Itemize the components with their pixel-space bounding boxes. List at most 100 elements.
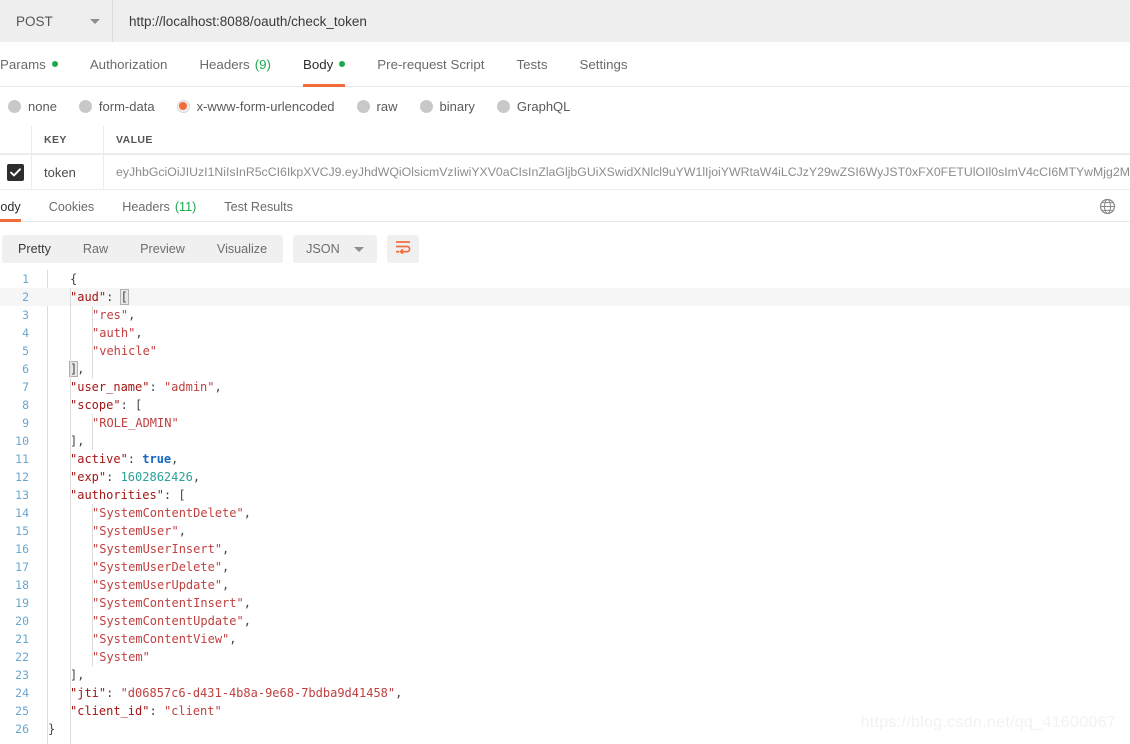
param-value-input[interactable]: eyJhbGciOiJIUzI1NiIsInR5cCI6IkpXVCJ9.eyJ… <box>104 155 1130 189</box>
request-tab-label: Body <box>302 56 334 72</box>
code-line: 19 "SystemContentInsert", <box>0 594 1130 612</box>
body-type-none[interactable]: none <box>8 99 57 114</box>
response-tab-body[interactable]: Body <box>0 192 35 222</box>
line-number: 9 <box>22 416 29 430</box>
line-number: 10 <box>15 434 29 448</box>
line-number: 6 <box>22 362 29 376</box>
code-line: 24 "jti": "d06857c6-d431-4b8a-9e68-7bdba9… <box>0 684 1130 702</box>
view-mode-raw[interactable]: Raw <box>67 235 124 263</box>
code-line-text: "System" <box>92 650 150 664</box>
code-line-text: "authorities": [ <box>70 488 186 502</box>
request-tab-settings[interactable]: Settings <box>563 42 643 87</box>
body-type-raw[interactable]: raw <box>356 99 398 114</box>
row-checkbox-cell <box>0 155 32 189</box>
request-tab-pre-request-script[interactable]: Pre-request Script <box>361 42 500 87</box>
view-mode-visualize[interactable]: Visualize <box>201 235 283 263</box>
code-line: 20 "SystemContentUpdate", <box>0 612 1130 630</box>
code-line-text: { <box>70 272 78 286</box>
line-number: 14 <box>15 506 29 520</box>
code-line: 17 "SystemUserDelete", <box>0 558 1130 576</box>
code-line-text: "client_id": "client" <box>70 704 222 718</box>
radio-icon[interactable] <box>419 99 433 113</box>
param-key-input[interactable]: token <box>32 155 104 189</box>
line-number: 13 <box>15 488 29 502</box>
code-line: 14 "SystemContentDelete", <box>0 504 1130 522</box>
modified-dot-icon <box>339 61 346 67</box>
response-tab-cookies[interactable]: Cookies <box>35 192 109 222</box>
request-tab-authorization[interactable]: Authorization <box>74 42 184 87</box>
line-number: 15 <box>15 524 29 538</box>
radio-icon[interactable] <box>78 99 92 113</box>
radio-icon[interactable] <box>496 99 510 113</box>
request-tab-label: Pre-request Script <box>377 56 485 72</box>
code-line-text: "SystemContentUpdate", <box>92 614 251 628</box>
line-number: 4 <box>22 326 29 340</box>
code-line-text: "user_name": "admin", <box>70 380 222 394</box>
request-tab-tests[interactable]: Tests <box>500 42 563 87</box>
line-number: 19 <box>15 596 29 610</box>
request-tab-params[interactable]: Params <box>0 42 74 87</box>
code-line: 3 "res", <box>0 306 1130 324</box>
code-line: 22 "System" <box>0 648 1130 666</box>
table-row: token eyJhbGciOiJIUzI1NiIsInR5cCI6IkpXVCJ… <box>0 154 1130 190</box>
header-value: VALUE <box>116 133 153 146</box>
line-number: 11 <box>15 452 29 466</box>
code-line: 8 "scope": [ <box>0 396 1130 414</box>
request-tab-body[interactable]: Body <box>287 42 361 87</box>
code-line-text: "SystemUser", <box>92 524 186 538</box>
line-number: 7 <box>22 380 29 394</box>
line-number: 8 <box>22 398 29 412</box>
form-params-table: KEY VALUE token eyJhbGciOiJIUzI1NiIsInR5c… <box>0 126 1130 190</box>
line-number: 1 <box>22 272 29 286</box>
body-type-binary[interactable]: binary <box>419 99 475 114</box>
code-line: 15 "SystemUser", <box>0 522 1130 540</box>
line-number: 20 <box>15 614 29 628</box>
body-type-form-data[interactable]: form-data <box>78 99 155 114</box>
line-number: 26 <box>15 722 29 736</box>
request-tab-headers[interactable]: Headers (9) <box>183 42 287 87</box>
view-mode-preview[interactable]: Preview <box>124 235 201 263</box>
view-mode-pretty[interactable]: Pretty <box>2 235 67 263</box>
body-type-graphql[interactable]: GraphQL <box>496 98 571 114</box>
indent-guide-aud <box>92 306 93 378</box>
postman-window: POST Params AuthorizationHeaders(9) Body Pr… <box>0 0 1130 744</box>
code-line: 23], <box>0 666 1130 684</box>
code-line: 12 "exp": 1602862426, <box>0 468 1130 486</box>
code-line: 9 "ROLE_ADMIN" <box>0 414 1130 432</box>
code-line: 6], <box>0 360 1130 378</box>
line-number: 25 <box>15 704 29 718</box>
wrap-lines-button[interactable] <box>386 235 419 263</box>
code-line: 13 "authorities": [ <box>0 486 1130 504</box>
code-line: 25 "client_id": "client" <box>0 702 1130 720</box>
body-type-label: x-www-form-urlencoded <box>196 98 335 114</box>
request-tab-label: Params <box>0 56 46 72</box>
language-select-label: JSON <box>306 242 340 256</box>
radio-icon[interactable] <box>176 99 190 113</box>
body-type-x-www-form-urlencoded[interactable]: x-www-form-urlencoded <box>176 98 335 114</box>
response-tab-test-results[interactable]: Test Results <box>210 192 307 222</box>
body-type-radio-group: none form-data x-www-form-urlencoded raw bin… <box>0 90 1130 122</box>
radio-icon[interactable] <box>356 99 370 113</box>
body-type-label: GraphQL <box>516 98 571 114</box>
code-line-text: "active": true, <box>70 452 179 466</box>
http-method-select[interactable]: POST <box>0 0 113 42</box>
code-line-text: "SystemUserUpdate", <box>92 578 230 592</box>
response-tab-headers[interactable]: Headers (11) <box>108 192 210 222</box>
code-line-text: "vehicle" <box>92 344 158 358</box>
http-method-label: POST <box>16 13 53 29</box>
row-enabled-checkbox[interactable] <box>7 163 24 181</box>
request-url-input[interactable] <box>113 0 1130 42</box>
code-line-text: ], <box>70 434 85 448</box>
code-line-text: } <box>48 722 56 736</box>
modified-dot-icon <box>51 61 58 67</box>
response-body-viewer[interactable]: 1{2 "aud": [3 "res", 4 "auth", 5 "vehicle" 6], 7… <box>0 270 1130 744</box>
line-number: 18 <box>15 578 29 592</box>
response-tab-label: Headers <box>122 199 170 214</box>
indent-guide-authorities <box>92 504 93 666</box>
code-line-text: "ROLE_ADMIN" <box>92 416 179 430</box>
globe-icon[interactable] <box>1099 198 1116 215</box>
language-select[interactable]: JSON <box>293 235 377 263</box>
view-mode-group: Pretty Raw Preview Visualize <box>2 235 284 263</box>
code-line-text: "scope": [ <box>70 398 143 412</box>
radio-icon[interactable] <box>8 99 21 113</box>
